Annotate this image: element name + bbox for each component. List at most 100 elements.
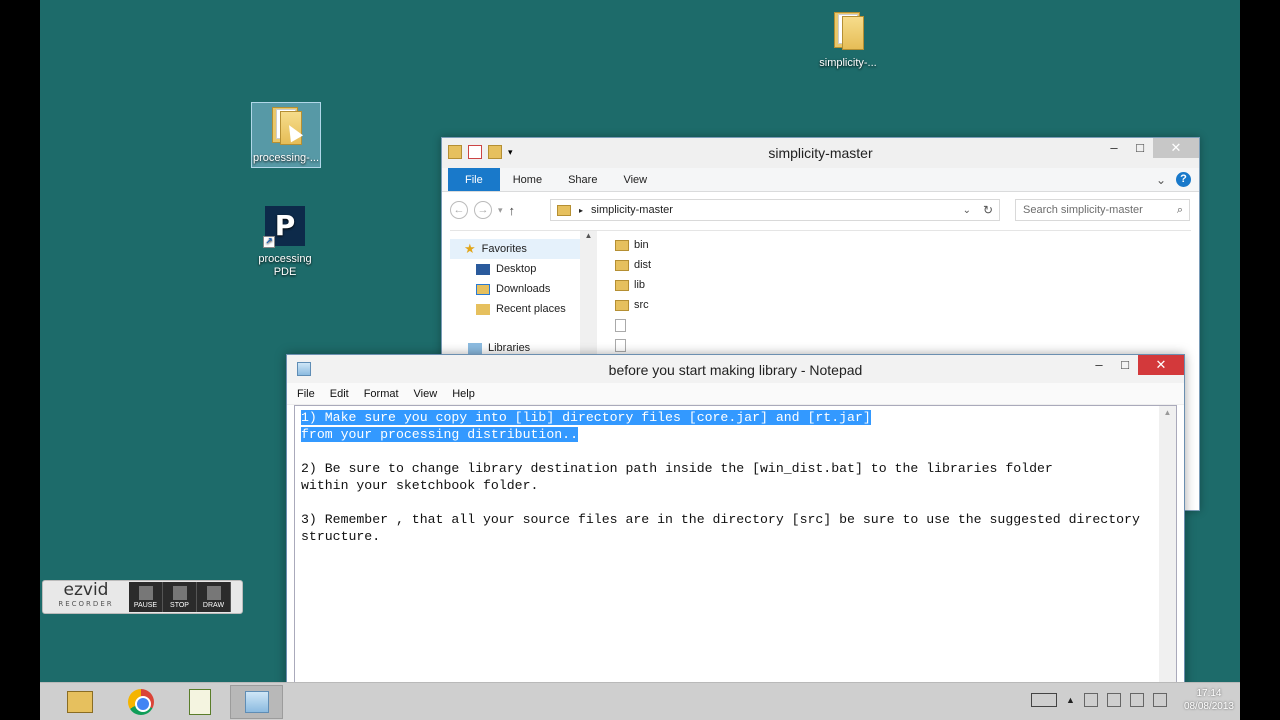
selected-line: from your processing distribution..	[301, 427, 578, 442]
network-icon[interactable]	[1129, 693, 1144, 707]
selected-line: 1) Make sure you copy into [lib] directo…	[301, 410, 871, 425]
maximize-button[interactable]: □	[1112, 355, 1138, 375]
folder-icon	[832, 10, 864, 50]
desktop-icon-processing-pde[interactable]: P ↗ processing PDE	[250, 200, 320, 279]
folder-icon	[615, 279, 629, 291]
editor-content[interactable]: 1) Make sure you copy into [lib] directo…	[301, 409, 1140, 545]
desktop-icon	[476, 263, 490, 275]
device-icon[interactable]	[1106, 693, 1121, 707]
back-button[interactable]: ←	[450, 201, 468, 219]
file-icon	[615, 338, 626, 352]
scroll-up-icon[interactable]: ▲	[1159, 406, 1176, 417]
search-input[interactable]: Search simplicity-master ⌕	[1015, 199, 1190, 221]
taskbar: ▲ 17:14 08/08/2013	[40, 682, 1240, 720]
clock[interactable]: 17:14 08/08/2013	[1184, 687, 1234, 713]
notes-icon	[188, 689, 211, 715]
text-editor[interactable]: 1) Make sure you copy into [lib] directo…	[294, 405, 1177, 719]
folder-icon	[557, 204, 571, 216]
close-button[interactable]: ✕	[1138, 355, 1184, 375]
list-item[interactable]	[615, 335, 651, 355]
text-line: structure.	[301, 529, 381, 544]
volume-muted-icon[interactable]	[1152, 693, 1167, 707]
window-title: before you start making library - Notepa…	[608, 362, 863, 378]
text-line: within your sketchbook folder.	[301, 478, 539, 493]
close-button[interactable]: ✕	[1153, 138, 1199, 158]
desktop: simplicity-... processing-... P ↗ process…	[40, 0, 1240, 720]
recent-locations-icon[interactable]: ▾	[498, 205, 503, 216]
taskbar-explorer[interactable]	[53, 685, 106, 719]
search-icon: ⌕	[1176, 204, 1183, 216]
taskbar-sticky-notes[interactable]	[173, 685, 226, 719]
desktop-icon-simplicity[interactable]: simplicity-...	[813, 4, 883, 70]
ezvid-logo: ezvid RECORDER	[58, 580, 114, 609]
list-item[interactable]: dist	[615, 255, 651, 275]
nav-item-downloads[interactable]: Downloads	[450, 279, 598, 299]
processing-logo-icon: P ↗	[263, 206, 305, 248]
breadcrumb[interactable]: simplicity-master	[591, 204, 673, 216]
menu-bar: File Edit Format View Help	[287, 383, 1184, 405]
tab-home[interactable]: Home	[500, 168, 555, 191]
menu-file[interactable]: File	[297, 388, 315, 400]
explorer-titlebar[interactable]: ▾ simplicity-master – □ ✕	[442, 138, 1199, 168]
text-line: 2) Be sure to change library destination…	[301, 461, 1053, 476]
taskbar-notepad[interactable]	[230, 685, 283, 719]
keyboard-icon[interactable]	[1031, 693, 1058, 707]
notepad-titlebar[interactable]: before you start making library - Notepa…	[287, 355, 1184, 383]
help-icon[interactable]: ?	[1176, 172, 1191, 187]
folder-icon	[615, 259, 629, 271]
show-hidden-icons-icon[interactable]: ▲	[1066, 695, 1075, 705]
ribbon-tabs: File Home Share View ⌄ ?	[442, 168, 1199, 192]
downloads-icon	[476, 283, 490, 295]
editor-scrollbar[interactable]: ▲	[1159, 406, 1176, 718]
menu-view[interactable]: View	[414, 388, 438, 400]
nav-item-desktop[interactable]: Desktop	[450, 259, 598, 279]
menu-help[interactable]: Help	[452, 388, 475, 400]
nav-item-recent-places[interactable]: Recent places	[450, 299, 598, 319]
menu-edit[interactable]: Edit	[330, 388, 349, 400]
tab-view[interactable]: View	[610, 168, 660, 191]
draw-button[interactable]: DRAW	[197, 582, 231, 612]
address-row: ← → ▾ ↑ ▸ simplicity-master ⌄ ↻ Search s…	[442, 192, 1199, 228]
ezvid-recorder-bar: ezvid RECORDER PAUSE STOP DRAW	[42, 580, 243, 614]
folder-icon	[615, 299, 629, 311]
file-list: bin dist lib src	[615, 235, 651, 355]
list-item[interactable]: bin	[615, 235, 651, 255]
expand-ribbon-icon[interactable]: ⌄	[1156, 173, 1166, 187]
tab-share[interactable]: Share	[555, 168, 610, 191]
menu-format[interactable]: Format	[364, 388, 399, 400]
nav-favorites[interactable]: ★ Favorites	[450, 239, 580, 259]
address-bar[interactable]: ▸ simplicity-master ⌄ ↻	[550, 199, 1000, 221]
explorer-icon	[66, 691, 93, 713]
list-item[interactable]: lib	[615, 275, 651, 295]
action-center-icon[interactable]	[1083, 693, 1098, 707]
text-line: 3) Remember , that all your source files…	[301, 512, 1140, 527]
forward-button[interactable]: →	[474, 201, 492, 219]
desktop-icon-label: simplicity-...	[819, 57, 877, 69]
shortcut-arrow-icon: ↗	[263, 236, 275, 248]
notepad-window: before you start making library - Notepa…	[286, 354, 1185, 720]
system-tray: ▲ 17:14 08/08/2013	[1031, 687, 1234, 713]
refresh-icon[interactable]: ↻	[983, 203, 993, 217]
clock-time: 17:14	[1196, 688, 1222, 699]
address-dropdown-icon[interactable]: ⌄	[963, 205, 971, 216]
file-icon	[615, 318, 626, 332]
list-item[interactable]	[615, 315, 651, 335]
minimize-button[interactable]: –	[1101, 138, 1127, 158]
minimize-button[interactable]: –	[1086, 355, 1112, 375]
desktop-icon-label: processing-...	[252, 152, 320, 164]
desktop-icon-label: processing PDE	[258, 253, 312, 278]
pause-button[interactable]: PAUSE	[129, 582, 163, 612]
window-title: simplicity-master	[768, 145, 873, 161]
stop-button[interactable]: STOP	[163, 582, 197, 612]
folder-icon	[615, 239, 629, 251]
scroll-up-icon[interactable]: ▲	[580, 231, 597, 240]
tab-file[interactable]: File	[448, 168, 500, 191]
clock-date: 08/08/2013	[1183, 701, 1234, 712]
chrome-icon	[127, 689, 154, 715]
breadcrumb-chevron-icon[interactable]: ▸	[579, 206, 583, 215]
list-item[interactable]: src	[615, 295, 651, 315]
up-button[interactable]: ↑	[509, 203, 516, 218]
libraries-icon	[468, 342, 482, 354]
maximize-button[interactable]: □	[1127, 138, 1153, 158]
taskbar-chrome[interactable]	[114, 685, 167, 719]
